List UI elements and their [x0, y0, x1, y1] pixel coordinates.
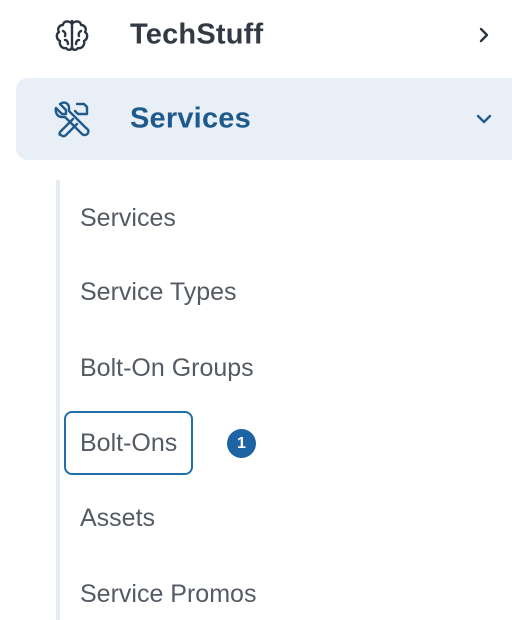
nav-item-services[interactable]: Services [16, 78, 512, 160]
chevron-down-icon [472, 107, 496, 131]
brain-icon [52, 15, 92, 55]
submenu-item-assets[interactable]: Assets [64, 487, 155, 549]
submenu-item-bolt-ons[interactable]: Bolt-Ons [64, 411, 194, 475]
submenu-guide-line [56, 180, 60, 620]
tools-icon [52, 99, 92, 139]
submenu-item-services[interactable]: Services [64, 187, 176, 249]
submenu-item-service-types[interactable]: Service Types [64, 261, 237, 323]
nav-item-techstuff-label: TechStuff [130, 18, 264, 51]
submenu-item-bolt-on-groups[interactable]: Bolt-On Groups [64, 337, 254, 399]
submenu-item-service-promos[interactable]: Service Promos [64, 563, 256, 620]
count-badge: 1 [227, 429, 256, 458]
chevron-right-icon [472, 23, 496, 47]
nav-item-services-label: Services [130, 102, 251, 135]
nav-item-techstuff[interactable]: TechStuff [16, 0, 512, 76]
sidebar-nav: TechStuff Services Services Service Type… [0, 0, 512, 620]
